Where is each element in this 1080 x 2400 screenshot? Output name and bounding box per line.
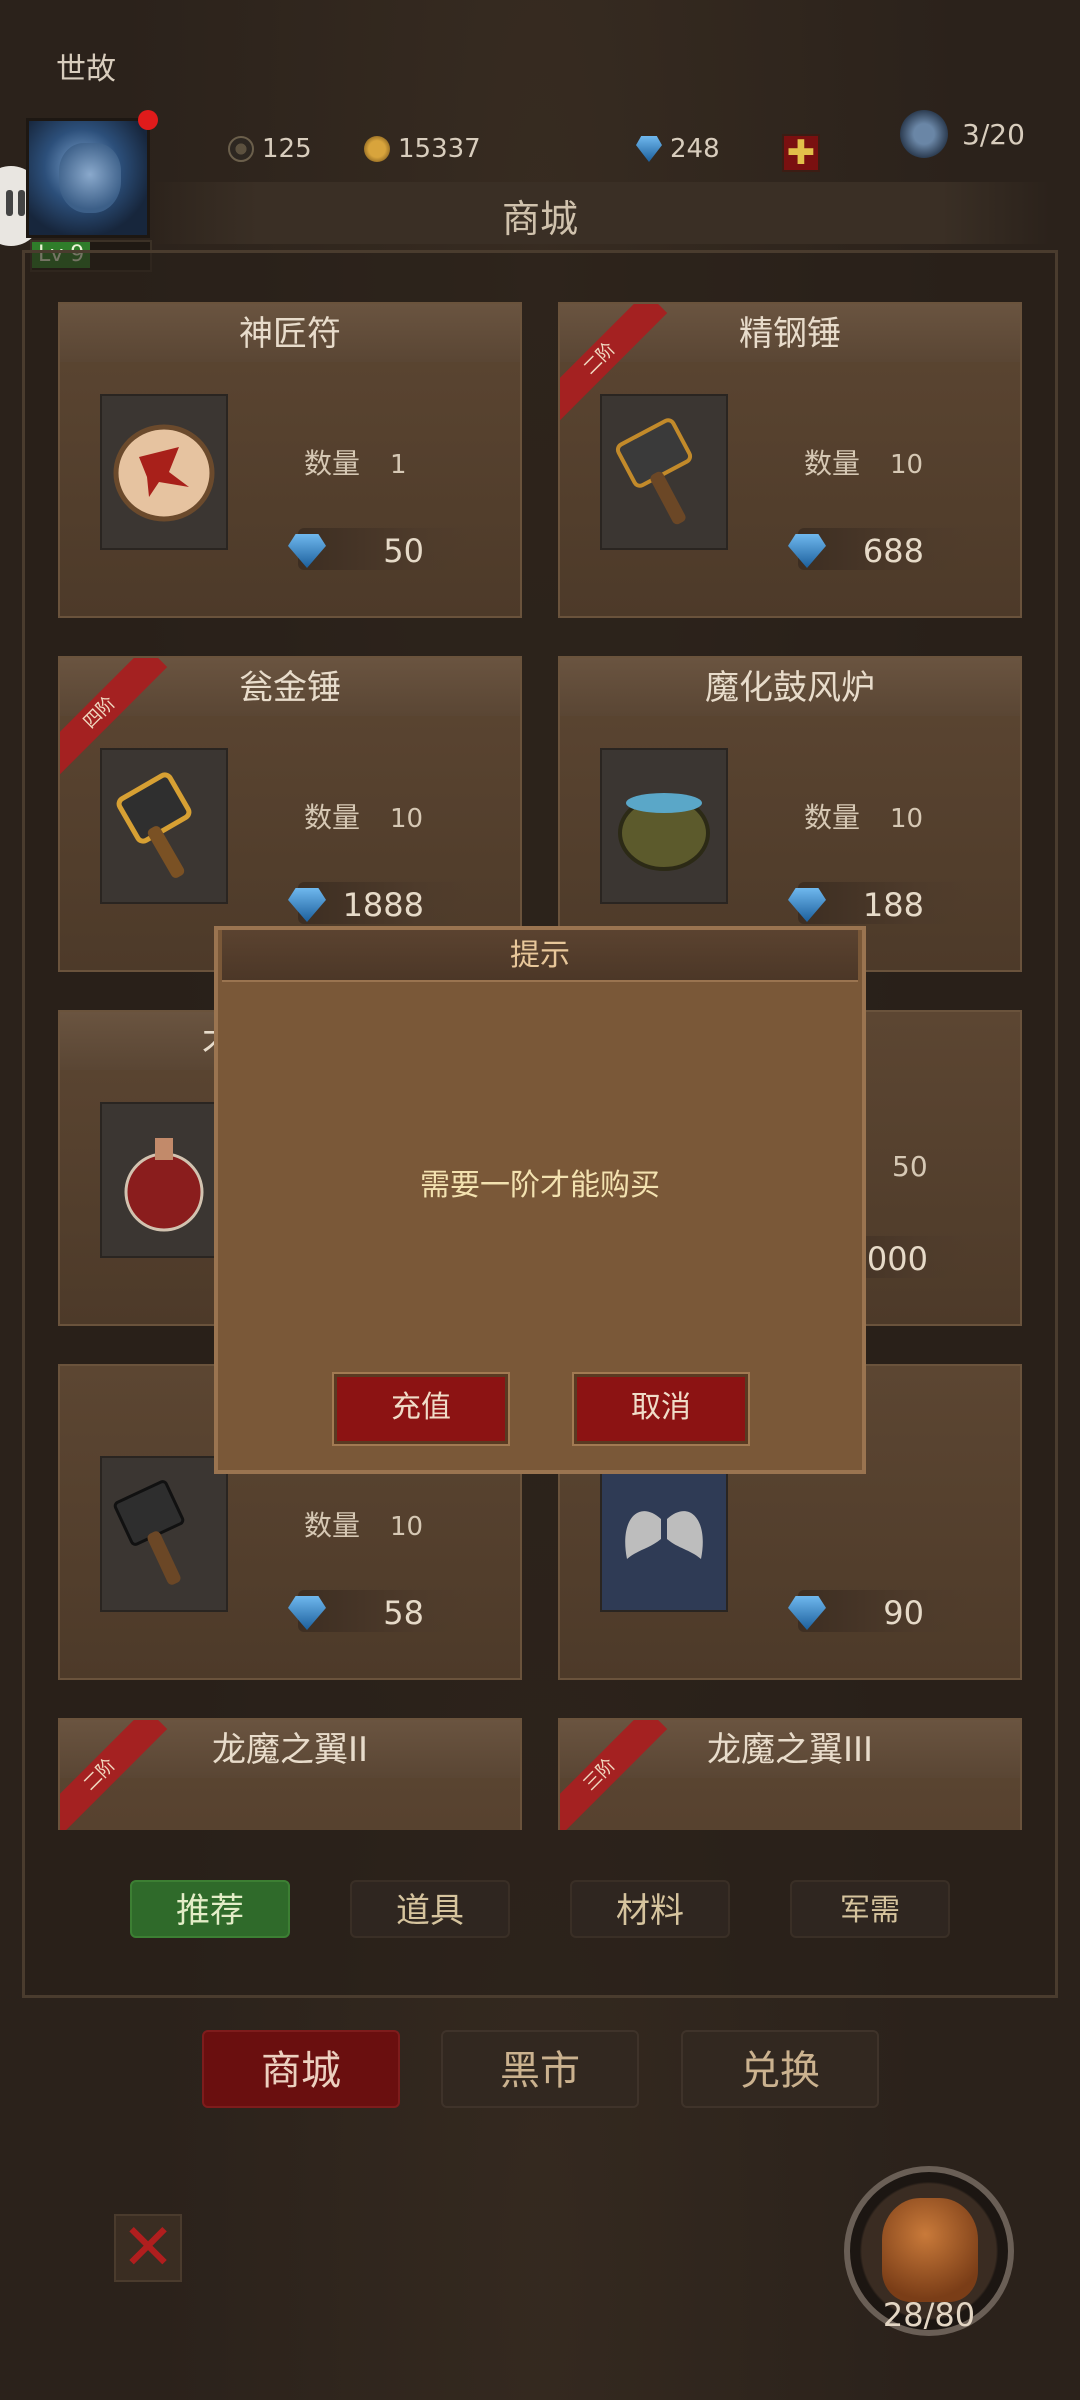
dialog-message: 需要一阶才能购买 (420, 1168, 660, 1203)
red-potion-icon (100, 1102, 228, 1258)
tab-recommended[interactable]: 推荐 (130, 1880, 290, 1938)
item-price: 188 (788, 882, 968, 924)
item-price: 1888 (288, 882, 468, 924)
energy-counter: 3/20 (962, 118, 1025, 151)
bottom-tab-exchange[interactable]: 兑换 (681, 2030, 879, 2108)
close-icon: ✕ (121, 2211, 175, 2285)
gems-counter: 248 (636, 134, 720, 164)
steel-hammer-icon (600, 394, 728, 550)
close-button[interactable]: ✕ (114, 2214, 182, 2282)
player-name: 世故 (56, 52, 116, 87)
shop-item-card[interactable]: 龙魔之翼III 三阶 (558, 1718, 1022, 1830)
gem-icon (636, 136, 662, 162)
item-price: 90 (788, 1590, 968, 1632)
shop-screen: 世故 Lv 9 125 15337 248 ✚ 3/20 商城 神匠符 数量1 … (0, 0, 1080, 2400)
gold-hammer-icon (100, 748, 228, 904)
inventory-count: 28/80 (882, 2296, 976, 2334)
shop-item-card[interactable]: 瓮金锤 四阶 数量 10 1888 (58, 656, 522, 972)
item-quantity: 数量 10 (804, 447, 924, 480)
item-quantity: 数量 1 (304, 447, 407, 480)
talisman-icon (100, 394, 228, 550)
item-quantity: 数量 10 (304, 801, 424, 834)
item-name: 魔化鼓风炉 (560, 658, 1020, 716)
angel-wings-icon (600, 1456, 728, 1612)
iron-hammer-icon (100, 1456, 228, 1612)
item-name: 神匠符 (60, 304, 520, 362)
notification-dot-icon (138, 110, 158, 130)
backpack-icon (882, 2198, 978, 2302)
shop-item-card[interactable]: 魔化鼓风炉 数量 10 188 (558, 656, 1022, 972)
coin-icon (364, 136, 390, 162)
energy-icon (900, 110, 948, 158)
item-price: 688 (788, 528, 968, 570)
coins-counter: 15337 (364, 134, 481, 164)
cancel-button[interactable]: 取消 (572, 1372, 750, 1446)
shop-item-card[interactable]: 精钢锤 二阶 数量 10 688 (558, 302, 1022, 618)
plus-icon: ✚ (786, 133, 816, 173)
item-quantity: 50 (892, 1150, 928, 1183)
item-quantity: 数量 10 (304, 1509, 424, 1542)
shop-item-card[interactable]: 龙魔之翼II 二阶 (58, 1718, 522, 1830)
tab-items[interactable]: 道具 (350, 1880, 510, 1938)
item-price: 58 (288, 1590, 468, 1632)
bottom-tab-shop[interactable]: 商城 (202, 2030, 400, 2108)
shop-item-card[interactable]: 神匠符 数量 1 50 (58, 302, 522, 618)
dialog-title: 提示 (510, 938, 570, 973)
tab-supplies[interactable]: 军需 (790, 1880, 950, 1938)
stars-counter: 125 (228, 134, 312, 164)
item-quantity: 数量 10 (804, 801, 924, 834)
furnace-pot-icon (600, 748, 728, 904)
recharge-button[interactable]: 充值 (332, 1372, 510, 1446)
bottom-tab-black-market[interactable]: 黑市 (441, 2030, 639, 2108)
add-gems-button[interactable]: ✚ (782, 134, 820, 172)
star-icon (228, 136, 254, 162)
tab-materials[interactable]: 材料 (570, 1880, 730, 1938)
item-price: 50 (288, 528, 468, 570)
page-title: 商城 (501, 197, 578, 241)
